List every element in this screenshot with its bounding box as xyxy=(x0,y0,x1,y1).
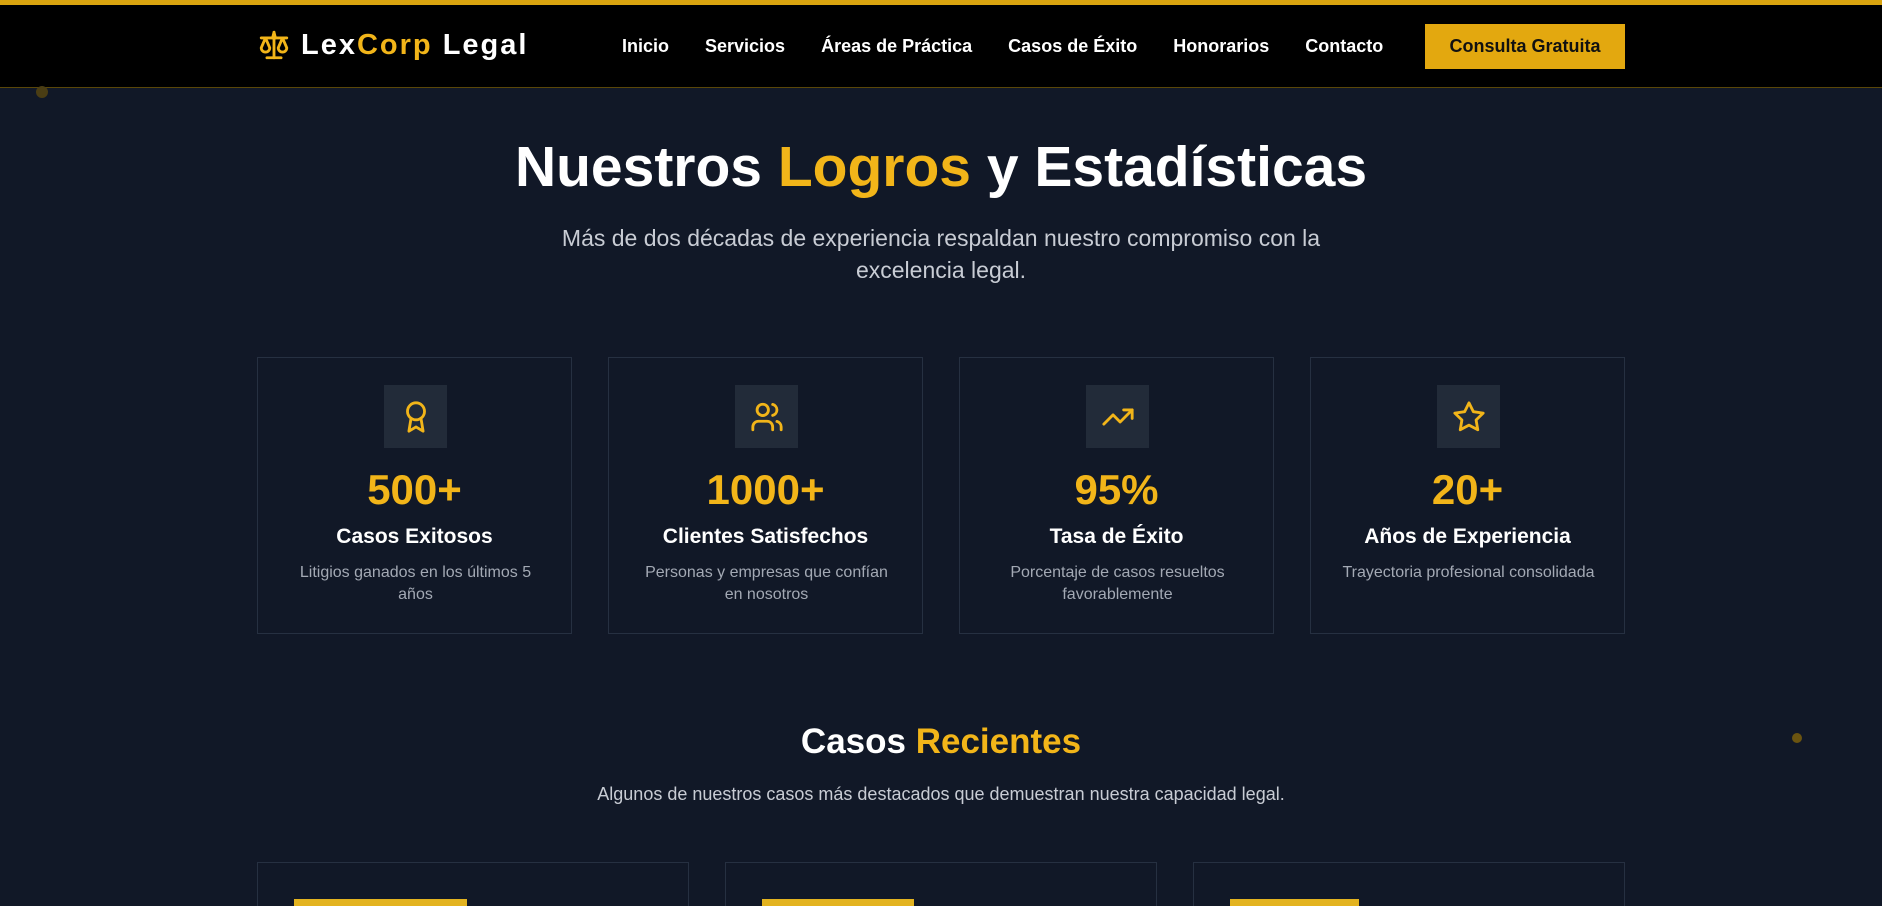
stat-card-success-rate: 95% Tasa de Éxito Porcentaje de casos re… xyxy=(959,357,1274,634)
stat-value: 1000+ xyxy=(706,466,825,513)
main-nav: Inicio Servicios Áreas de Práctica Casos… xyxy=(622,36,1419,57)
decorative-dot xyxy=(36,86,48,98)
stat-label: Tasa de Éxito xyxy=(1049,525,1184,548)
stat-card-years: 20+ Años de Experiencia Trayectoria prof… xyxy=(1310,357,1625,634)
brand-name: LexCorp Legal xyxy=(301,29,528,62)
users-icon xyxy=(750,402,783,431)
site-header: LexCorp Legal Inicio Servicios Áreas de … xyxy=(0,5,1882,88)
stat-icon-box xyxy=(384,385,447,448)
stat-label: Casos Exitosos xyxy=(336,525,493,548)
stat-icon-box xyxy=(1086,385,1149,448)
brand-name-part3: Legal xyxy=(442,28,529,61)
stat-label: Clientes Satisfechos xyxy=(662,525,869,548)
nav-casos-de-exito[interactable]: Casos de Éxito xyxy=(1008,36,1137,57)
star-icon xyxy=(1452,400,1485,431)
case-card[interactable] xyxy=(725,862,1157,906)
stats-title-part2: y Estadísticas xyxy=(971,135,1368,199)
nav-inicio[interactable]: Inicio xyxy=(622,36,669,57)
brand-logo[interactable]: LexCorp Legal xyxy=(257,27,528,63)
stat-icon-box xyxy=(1437,385,1500,448)
stat-label: Años de Experiencia xyxy=(1364,525,1571,548)
stat-description: Trayectoria profesional consolidada xyxy=(1342,564,1595,581)
cases-title-accent: Recientes xyxy=(915,722,1082,761)
case-category-tag xyxy=(1230,899,1359,906)
stat-value: 95% xyxy=(1074,466,1159,513)
stats-title-accent: Logros xyxy=(777,135,971,199)
case-card[interactable] xyxy=(1193,862,1625,906)
nav-areas-de-practica[interactable]: Áreas de Práctica xyxy=(821,36,972,57)
stat-value: 500+ xyxy=(367,466,462,513)
case-card[interactable] xyxy=(257,862,689,906)
scales-icon xyxy=(259,30,289,60)
stat-description: Porcentaje de casos resueltos favorablem… xyxy=(1010,564,1225,603)
free-consultation-button[interactable]: Consulta Gratuita xyxy=(1425,24,1625,69)
stats-title-part1: Nuestros xyxy=(514,135,778,199)
nav-servicios[interactable]: Servicios xyxy=(705,36,785,57)
case-category-tag xyxy=(294,899,467,906)
stat-description: Litigios ganados en los últimos 5 años xyxy=(299,564,532,603)
cases-title-part1: Casos xyxy=(800,722,916,761)
stat-description: Personas y empresas que confían en nosot… xyxy=(645,564,888,603)
stats-title: Nuestros Logros y Estadísticas xyxy=(0,134,1882,200)
brand-name-accent: Corp xyxy=(356,28,433,61)
brand-name-part1: Lex xyxy=(301,28,357,61)
cases-title: Casos Recientes xyxy=(0,722,1882,762)
stat-card-clients: 1000+ Clientes Satisfechos Personas y em… xyxy=(608,357,923,634)
nav-honorarios[interactable]: Honorarios xyxy=(1173,36,1269,57)
stats-subtitle-text: Más de dos décadas de experiencia respal… xyxy=(561,225,1321,283)
cases-subtitle: Algunos de nuestros casos más destacados… xyxy=(597,784,1285,804)
case-category-tag xyxy=(762,899,914,906)
stat-icon-box xyxy=(735,385,798,448)
stats-subtitle: Más de dos décadas de experiencia respal… xyxy=(0,222,1882,286)
trending-up-icon xyxy=(1101,408,1134,425)
nav-contacto[interactable]: Contacto xyxy=(1305,36,1383,57)
stat-card-cases: 500+ Casos Exitosos Litigios ganados en … xyxy=(257,357,572,634)
award-icon xyxy=(405,400,426,433)
stat-value: 20+ xyxy=(1431,466,1504,513)
